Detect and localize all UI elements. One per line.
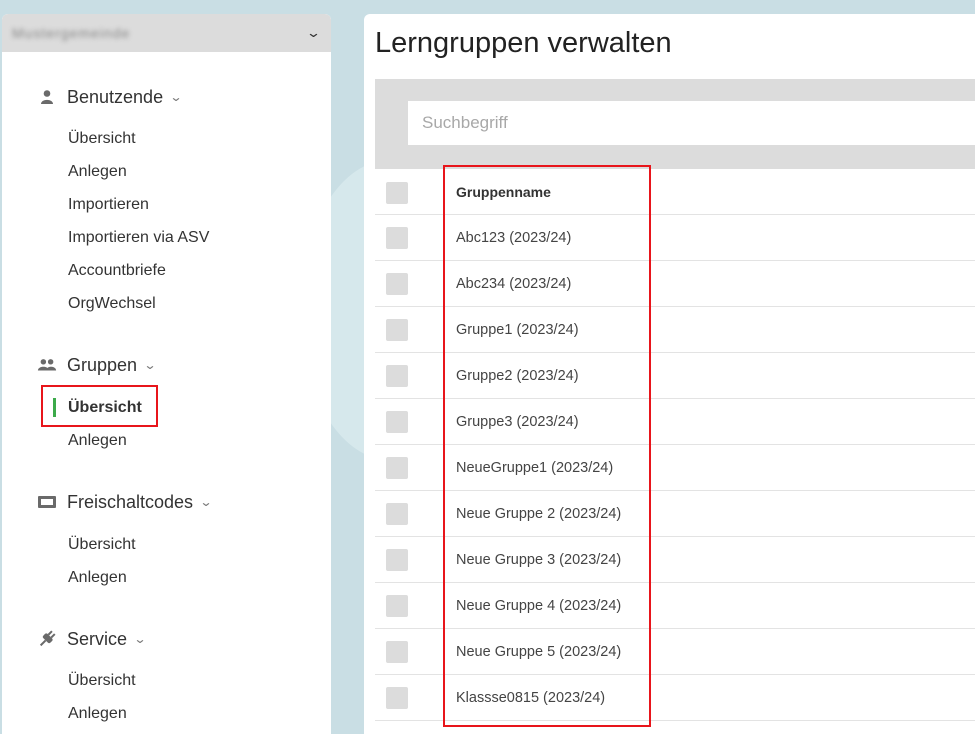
table-row[interactable]: Neue Gruppe 4 (2023/24)	[375, 583, 975, 629]
row-checkbox[interactable]	[386, 227, 408, 249]
table-header-row: Gruppenname	[375, 169, 975, 215]
section-service-toggle[interactable]: Service ⌄	[2, 627, 331, 651]
row-checkbox[interactable]	[386, 457, 408, 479]
row-checkbox[interactable]	[386, 549, 408, 571]
nav-benutzende-uebersicht[interactable]: Übersicht	[68, 128, 136, 150]
table-row[interactable]: NeueGruppe1 (2023/24)	[375, 445, 975, 491]
group-name: Abc123 (2023/24)	[456, 230, 572, 246]
table-row[interactable]: Gruppe1 (2023/24)	[375, 307, 975, 353]
nav-benutzende-orgwechsel[interactable]: OrgWechsel	[68, 293, 156, 315]
group-name: Gruppe3 (2023/24)	[456, 414, 579, 430]
row-checkbox[interactable]	[386, 687, 408, 709]
row-checkbox[interactable]	[386, 319, 408, 341]
select-all-checkbox[interactable]	[386, 182, 408, 204]
nav-benutzende-anlegen[interactable]: Anlegen	[68, 161, 127, 183]
chevron-down-icon: ⌄	[305, 25, 322, 40]
row-checkbox[interactable]	[386, 365, 408, 387]
page-title: Lerngruppen verwalten	[375, 27, 672, 59]
nav-service-uebersicht[interactable]: Übersicht	[68, 670, 136, 692]
search-panel	[375, 79, 975, 169]
section-title: Freischaltcodes	[67, 491, 194, 512]
group-name: Neue Gruppe 3 (2023/24)	[456, 552, 622, 568]
section-benutzende: Benutzende ⌄	[2, 85, 331, 109]
group-name: Gruppe1 (2023/24)	[456, 322, 579, 338]
section-benutzende-toggle[interactable]: Benutzende ⌄	[2, 85, 331, 109]
row-checkbox[interactable]	[386, 411, 408, 433]
chevron-down-icon: ⌄	[143, 358, 157, 372]
row-checkbox[interactable]	[386, 595, 408, 617]
nav-freischaltcodes-uebersicht[interactable]: Übersicht	[68, 534, 136, 556]
section-gruppen: Gruppen ⌄	[2, 353, 331, 377]
row-checkbox[interactable]	[386, 641, 408, 663]
row-checkbox[interactable]	[386, 273, 408, 295]
table-row[interactable]: Klassse0815 (2023/24)	[375, 675, 975, 721]
sidebar: Mustergemeinde ⌄ Benutzende ⌄ Übersicht …	[2, 14, 331, 734]
section-freischaltcodes-toggle[interactable]: Freischaltcodes ⌄	[2, 490, 331, 514]
chevron-down-icon: ⌄	[199, 495, 213, 509]
table-row[interactable]: Neue Gruppe 2 (2023/24)	[375, 491, 975, 537]
table-row[interactable]: Neue Gruppe 3 (2023/24)	[375, 537, 975, 583]
section-service: Service ⌄	[2, 627, 331, 651]
plug-icon	[37, 630, 57, 648]
table-row[interactable]: Neue Gruppe 5 (2023/24)	[375, 629, 975, 675]
annotation-highlight-box	[41, 385, 158, 427]
section-gruppen-toggle[interactable]: Gruppen ⌄	[2, 353, 331, 377]
column-header-gruppenname[interactable]: Gruppenname	[456, 184, 551, 200]
table-row[interactable]: Gruppe3 (2023/24)	[375, 399, 975, 445]
nav-benutzende-importieren[interactable]: Importieren	[68, 194, 149, 216]
org-name: Mustergemeinde	[12, 25, 131, 41]
group-name: NeueGruppe1 (2023/24)	[456, 460, 614, 476]
group-name: Klassse0815 (2023/24)	[456, 690, 606, 706]
group-name: Neue Gruppe 5 (2023/24)	[456, 644, 622, 660]
table-row[interactable]: Abc123 (2023/24)	[375, 215, 975, 261]
section-title: Benutzende	[67, 86, 164, 107]
section-title: Service	[67, 628, 128, 649]
section-title: Gruppen	[67, 354, 138, 375]
nav-freischaltcodes-anlegen[interactable]: Anlegen	[68, 567, 127, 589]
nav-gruppen-anlegen[interactable]: Anlegen	[68, 430, 127, 452]
nav-benutzende-importieren-asv[interactable]: Importieren via ASV	[68, 227, 209, 249]
section-freischaltcodes: Freischaltcodes ⌄	[2, 490, 331, 514]
nav-benutzende-accountbriefe[interactable]: Accountbriefe	[68, 260, 166, 282]
group-name: Gruppe2 (2023/24)	[456, 368, 579, 384]
chevron-down-icon: ⌄	[133, 632, 147, 646]
person-icon	[37, 89, 57, 105]
nav-service-anlegen[interactable]: Anlegen	[68, 703, 127, 725]
table-row[interactable]: Abc234 (2023/24)	[375, 261, 975, 307]
group-icon	[37, 357, 57, 373]
main-panel: Lerngruppen verwalten Gruppenname Abc123…	[364, 14, 975, 734]
group-name: Abc234 (2023/24)	[456, 276, 572, 292]
table-row[interactable]: Gruppe2 (2023/24)	[375, 353, 975, 399]
chevron-down-icon: ⌄	[169, 90, 183, 104]
org-selector[interactable]: Mustergemeinde ⌄	[2, 14, 331, 52]
ticket-icon	[37, 495, 57, 509]
group-name: Neue Gruppe 4 (2023/24)	[456, 598, 622, 614]
search-input[interactable]	[408, 101, 975, 145]
group-name: Neue Gruppe 2 (2023/24)	[456, 506, 622, 522]
row-checkbox[interactable]	[386, 503, 408, 525]
